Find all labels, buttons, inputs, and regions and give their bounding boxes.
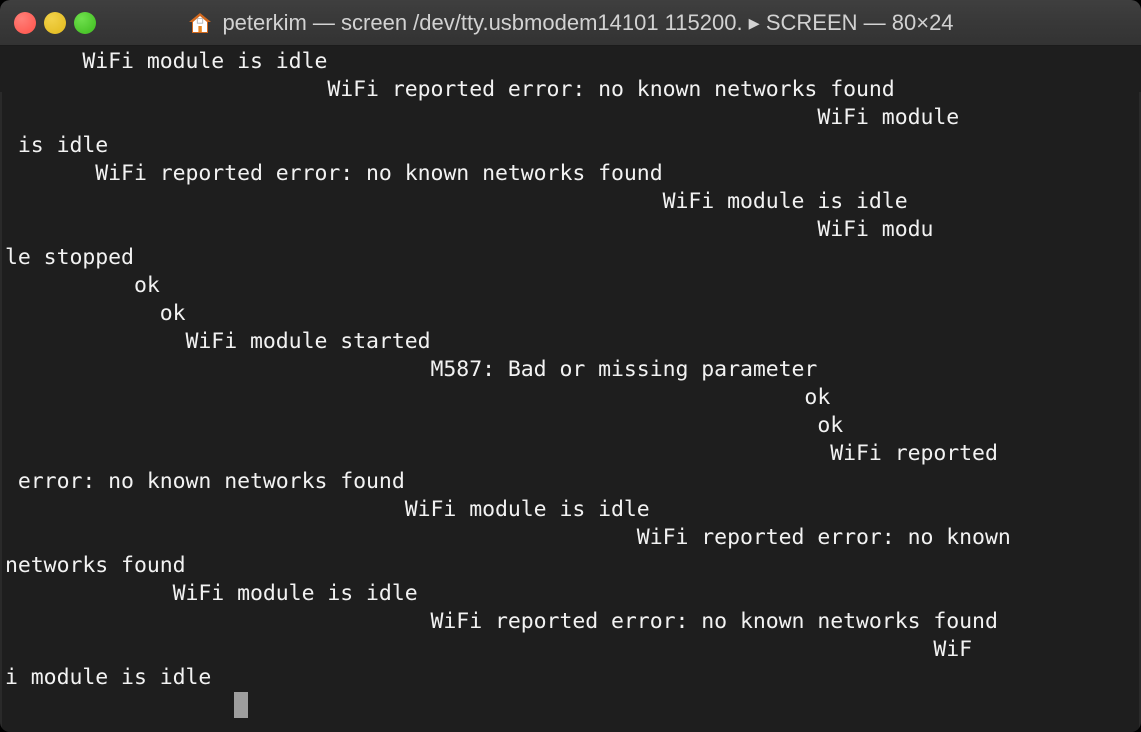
terminal-line: WiFi reported: [5, 441, 998, 466]
terminal-line: i module is idle: [5, 665, 212, 690]
terminal-line: WiFi module is idle: [5, 581, 418, 606]
terminal-line: WiFi module is idle: [5, 189, 908, 214]
terminal-body[interactable]: WiFi module is idle WiFi reported error:…: [0, 46, 1141, 732]
window-title-group: peterkim — screen /dev/tty.usbmodem14101…: [0, 0, 1141, 45]
terminal-line: error: no known networks found: [5, 469, 405, 494]
terminal-line: WiFi module started: [5, 329, 431, 354]
terminal-line: ok: [5, 385, 831, 410]
terminal-line: WiFi reported error: no known: [5, 525, 1011, 550]
terminal-line: WiFi module is idle: [5, 49, 328, 74]
terminal-line: WiFi reported error: no known networks f…: [5, 161, 663, 186]
terminal-left-edge: [0, 92, 2, 732]
terminal-line: WiFi reported error: no known networks f…: [5, 77, 895, 102]
window-title: peterkim — screen /dev/tty.usbmodem14101…: [222, 9, 954, 35]
close-button[interactable]: [14, 11, 36, 34]
terminal-line: le stopped: [5, 245, 134, 270]
window-controls: [0, 11, 96, 34]
terminal-line: ok: [5, 301, 186, 326]
terminal-line: WiFi module is idle: [5, 497, 650, 522]
terminal-line: networks found: [5, 553, 186, 578]
window-titlebar[interactable]: peterkim — screen /dev/tty.usbmodem14101…: [0, 0, 1141, 46]
terminal-line: is idle: [5, 133, 109, 158]
terminal-screen: WiFi module is idle WiFi reported error:…: [5, 48, 1141, 720]
terminal-line: WiF: [5, 637, 973, 662]
terminal-line: WiFi reported error: no known networks f…: [5, 609, 998, 634]
terminal-cursor: [234, 692, 248, 718]
terminal-line: WiFi module: [5, 105, 960, 130]
terminal-line: M587: Bad or missing parameter: [5, 357, 818, 382]
terminal-line: ok: [5, 413, 844, 438]
terminal-line: WiFi modu: [5, 217, 934, 242]
terminal-window: peterkim — screen /dev/tty.usbmodem14101…: [0, 0, 1141, 732]
minimize-button[interactable]: [44, 11, 66, 34]
maximize-button[interactable]: [74, 11, 96, 34]
home-icon: [189, 12, 212, 33]
terminal-line: ok: [5, 273, 160, 298]
